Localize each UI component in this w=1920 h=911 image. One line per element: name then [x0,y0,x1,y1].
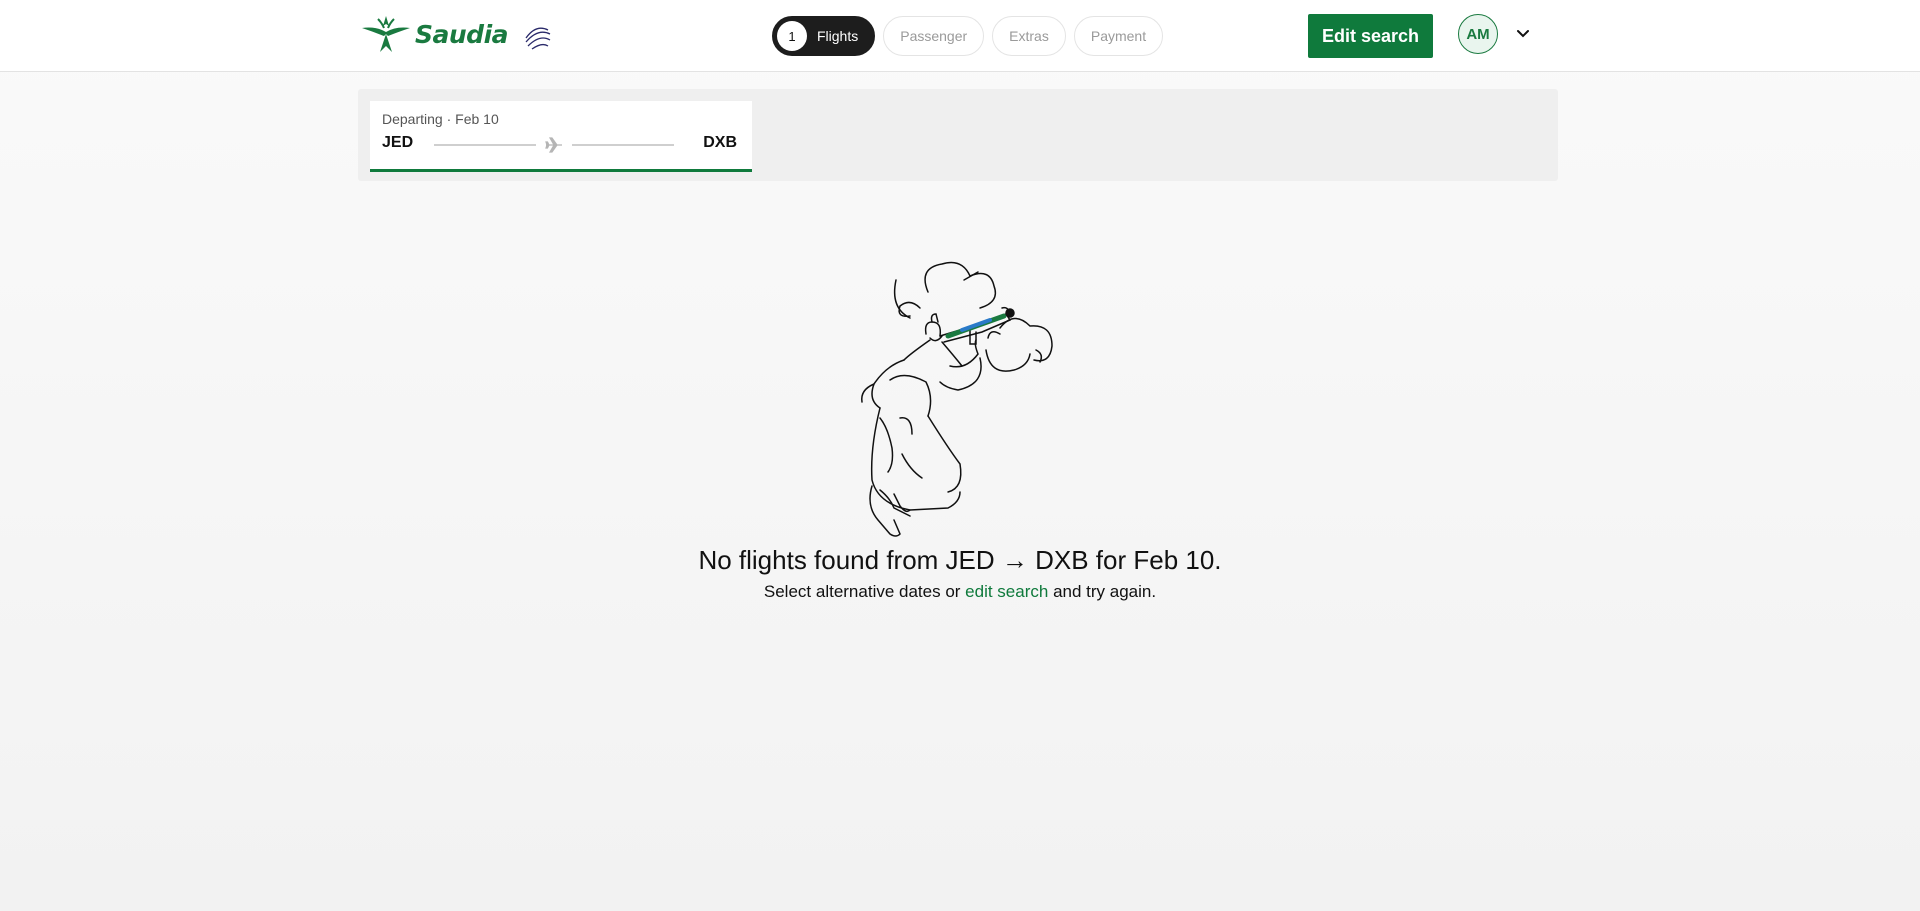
route-line [572,144,674,146]
subtext-after: and try again. [1048,582,1157,601]
route-tab-departing[interactable]: Departing · Feb 10 JED DXB [370,101,752,172]
empty-state-illustration [861,261,1053,537]
saudia-emblem-icon [362,16,410,52]
user-avatar[interactable]: AM [1458,14,1498,54]
chevron-down-icon[interactable] [1513,24,1533,44]
booking-steps: 1 Flights Passenger Extras Payment [772,16,1164,56]
subtext-before: Select alternative dates or [763,582,966,601]
route-label: Departing · Feb 10 [382,111,499,127]
step-payment[interactable]: Payment [1073,16,1164,56]
saudia-logo[interactable]: Saudia [358,12,554,56]
step-label: Extras [1009,28,1049,44]
step-number: 1 [777,21,807,51]
itinerary-panel: Departing · Feb 10 JED DXB [358,89,1558,181]
step-extras[interactable]: Extras [992,16,1066,56]
skyteam-icon [525,27,551,50]
empty-state-subtext: Select alternative dates or edit search … [560,582,1360,602]
route-line [434,144,536,146]
destination-code: DXB [703,134,737,151]
top-navigation-bar: Saudia 1 Flights Passenger Extras Paymen… [0,0,1920,72]
plane-icon [545,137,562,153]
empty-state-headline: No flights found from JED → DXB for Feb … [698,545,1222,575]
brand-wordmark: Saudia [415,19,509,49]
edit-search-button[interactable]: Edit search [1308,14,1433,58]
edit-search-link[interactable]: edit search [965,582,1048,601]
step-label: Passenger [900,28,968,44]
step-label: Payment [1090,28,1147,44]
step-passenger[interactable]: Passenger [883,16,985,56]
step-label: Flights [817,28,859,44]
origin-code: JED [382,134,414,151]
step-flights[interactable]: 1 Flights [772,16,876,56]
